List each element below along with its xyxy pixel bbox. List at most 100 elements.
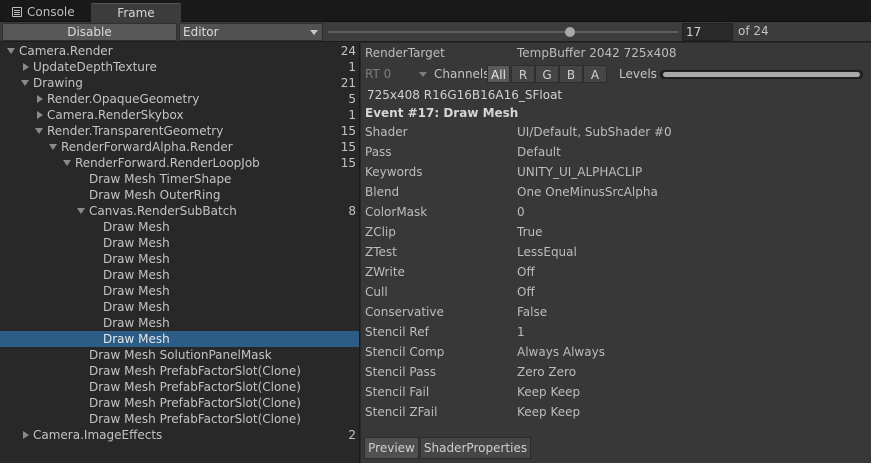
- foldout-collapsed-icon[interactable]: [23, 63, 29, 71]
- tree-row-count: 5: [348, 92, 356, 106]
- target-dropdown[interactable]: Editor: [179, 23, 323, 41]
- event-detail-panel: RenderTarget TempBuffer 2042 725x408 RT …: [361, 43, 871, 463]
- property-row: Stencil Pass Zero Zero: [361, 363, 871, 383]
- property-value: False: [517, 305, 548, 319]
- property-value: Keep Keep: [517, 385, 581, 399]
- tree-row-label: RenderForwardAlpha.Render: [61, 140, 233, 154]
- tree-row-count: 8: [348, 204, 356, 218]
- disable-button[interactable]: Disable: [2, 23, 177, 41]
- channel-r-button[interactable]: R: [511, 65, 535, 83]
- tab-shader-properties[interactable]: ShaderProperties: [420, 437, 531, 459]
- chevron-down-icon: [419, 72, 427, 77]
- levels-range-fill[interactable]: [663, 72, 860, 77]
- tree-row-label: Camera.Render: [19, 44, 113, 58]
- property-row: Cull Off: [361, 283, 871, 303]
- tree-row-count: 15: [340, 124, 356, 138]
- tree-row[interactable]: Draw Mesh TimerShape: [0, 171, 359, 187]
- tree-row[interactable]: Draw Mesh: [0, 315, 359, 331]
- tree-row[interactable]: RenderForward.RenderLoopJob 15: [0, 155, 359, 171]
- rt-dropdown[interactable]: RT 0: [361, 65, 429, 83]
- foldout-expanded-icon[interactable]: [35, 128, 43, 134]
- tab-frame-debug[interactable]: Frame Debug: [91, 3, 181, 38]
- property-key: Stencil ZFail: [365, 405, 438, 419]
- tree-row[interactable]: Draw Mesh: [0, 283, 359, 299]
- foldout-collapsed-icon[interactable]: [37, 95, 43, 103]
- tree-row-label: Draw Mesh PrefabFactorSlot(Clone): [89, 412, 301, 426]
- tree-row-label: Render.OpaqueGeometry: [47, 92, 200, 106]
- tree-row[interactable]: Draw Mesh PrefabFactorSlot(Clone): [0, 411, 359, 427]
- property-row: Shader UI/Default, SubShader #0: [361, 123, 871, 143]
- tree-row[interactable]: Draw Mesh PrefabFactorSlot(Clone): [0, 363, 359, 379]
- tree-row[interactable]: Draw Mesh PrefabFactorSlot(Clone): [0, 395, 359, 411]
- console-icon: [12, 7, 22, 17]
- property-value: Default: [517, 145, 561, 159]
- channel-g-button[interactable]: G: [535, 65, 559, 83]
- tree-row[interactable]: Draw Mesh: [0, 267, 359, 283]
- foldout-expanded-icon[interactable]: [21, 80, 29, 86]
- property-value: UI/Default, SubShader #0: [517, 125, 672, 139]
- event-slider-track[interactable]: [328, 31, 678, 33]
- tree-row-label: Draw Mesh: [103, 300, 170, 314]
- foldout-collapsed-icon[interactable]: [23, 431, 29, 439]
- property-key: ColorMask: [365, 205, 428, 219]
- channels-label: Channels: [434, 67, 490, 81]
- tree-row-count: 21: [340, 76, 356, 90]
- foldout-collapsed-icon[interactable]: [37, 111, 43, 119]
- tree-row-label: Draw Mesh TimerShape: [89, 172, 232, 186]
- tree-row-count: 1: [348, 108, 356, 122]
- property-value: UNITY_UI_ALPHACLIP: [517, 165, 643, 179]
- property-key: Keywords: [365, 165, 423, 179]
- tree-row[interactable]: Camera.RenderSkybox 1: [0, 107, 359, 123]
- tree-row[interactable]: Draw Mesh OuterRing: [0, 187, 359, 203]
- tab-console[interactable]: Console: [6, 3, 90, 22]
- tree-row-label: Canvas.RenderSubBatch: [89, 204, 237, 218]
- channel-all-button[interactable]: All: [487, 65, 510, 83]
- tree-row[interactable]: Draw Mesh: [0, 251, 359, 267]
- tree-row[interactable]: Drawing 21: [0, 75, 359, 91]
- levels-range-slider[interactable]: [660, 70, 863, 79]
- levels-label: Levels: [619, 67, 657, 81]
- tab-preview[interactable]: Preview: [364, 437, 419, 459]
- property-value: LessEqual: [517, 245, 577, 259]
- tree-row-label: Draw Mesh PrefabFactorSlot(Clone): [89, 396, 301, 410]
- tree-row-label: Render.TransparentGeometry: [47, 124, 224, 138]
- foldout-expanded-icon[interactable]: [7, 48, 15, 54]
- event-index-input[interactable]: 17: [682, 23, 733, 41]
- tree-row[interactable]: RenderForwardAlpha.Render 15: [0, 139, 359, 155]
- event-slider-handle[interactable]: [565, 27, 575, 37]
- tree-row[interactable]: Draw Mesh: [0, 331, 359, 347]
- property-row: ZWrite Off: [361, 263, 871, 283]
- tree-row[interactable]: UpdateDepthTexture 1: [0, 59, 359, 75]
- tree-row-label: Draw Mesh PrefabFactorSlot(Clone): [89, 380, 301, 394]
- tree-row-count: 24: [340, 44, 356, 58]
- tree-row-label: Draw Mesh: [103, 220, 170, 234]
- property-key: Stencil Ref: [365, 325, 429, 339]
- property-key: ZWrite: [365, 265, 405, 279]
- tree-row-label: Draw Mesh: [103, 252, 170, 266]
- property-key: Stencil Pass: [365, 365, 436, 379]
- tree-row[interactable]: Camera.ImageEffects 2: [0, 427, 359, 443]
- tree-row[interactable]: Draw Mesh: [0, 299, 359, 315]
- tree-row-label: Draw Mesh: [103, 284, 170, 298]
- foldout-expanded-icon[interactable]: [77, 208, 85, 214]
- property-key: Shader: [365, 125, 408, 139]
- property-key: ZClip: [365, 225, 396, 239]
- render-target-format: 725x408 R16G16B16A16_SFloat: [367, 88, 563, 102]
- tree-row[interactable]: Render.TransparentGeometry 15: [0, 123, 359, 139]
- foldout-expanded-icon[interactable]: [49, 144, 57, 150]
- foldout-expanded-icon[interactable]: [63, 160, 71, 166]
- tree-row[interactable]: Camera.Render 24: [0, 43, 359, 59]
- tree-row[interactable]: Canvas.RenderSubBatch 8: [0, 203, 359, 219]
- property-value: 1: [517, 325, 525, 339]
- tree-row-count: 15: [340, 156, 356, 170]
- tree-row[interactable]: Draw Mesh: [0, 235, 359, 251]
- tree-row[interactable]: Render.OpaqueGeometry 5: [0, 91, 359, 107]
- channel-a-button[interactable]: A: [583, 65, 607, 83]
- channel-b-button[interactable]: B: [559, 65, 583, 83]
- property-value: 0: [517, 205, 525, 219]
- tree-row[interactable]: Draw Mesh PrefabFactorSlot(Clone): [0, 379, 359, 395]
- tree-row[interactable]: Draw Mesh: [0, 219, 359, 235]
- property-row: Stencil Fail Keep Keep: [361, 383, 871, 403]
- window-tab-bar: Console Frame Debug: [0, 0, 871, 38]
- tree-row[interactable]: Draw Mesh SolutionPanelMask: [0, 347, 359, 363]
